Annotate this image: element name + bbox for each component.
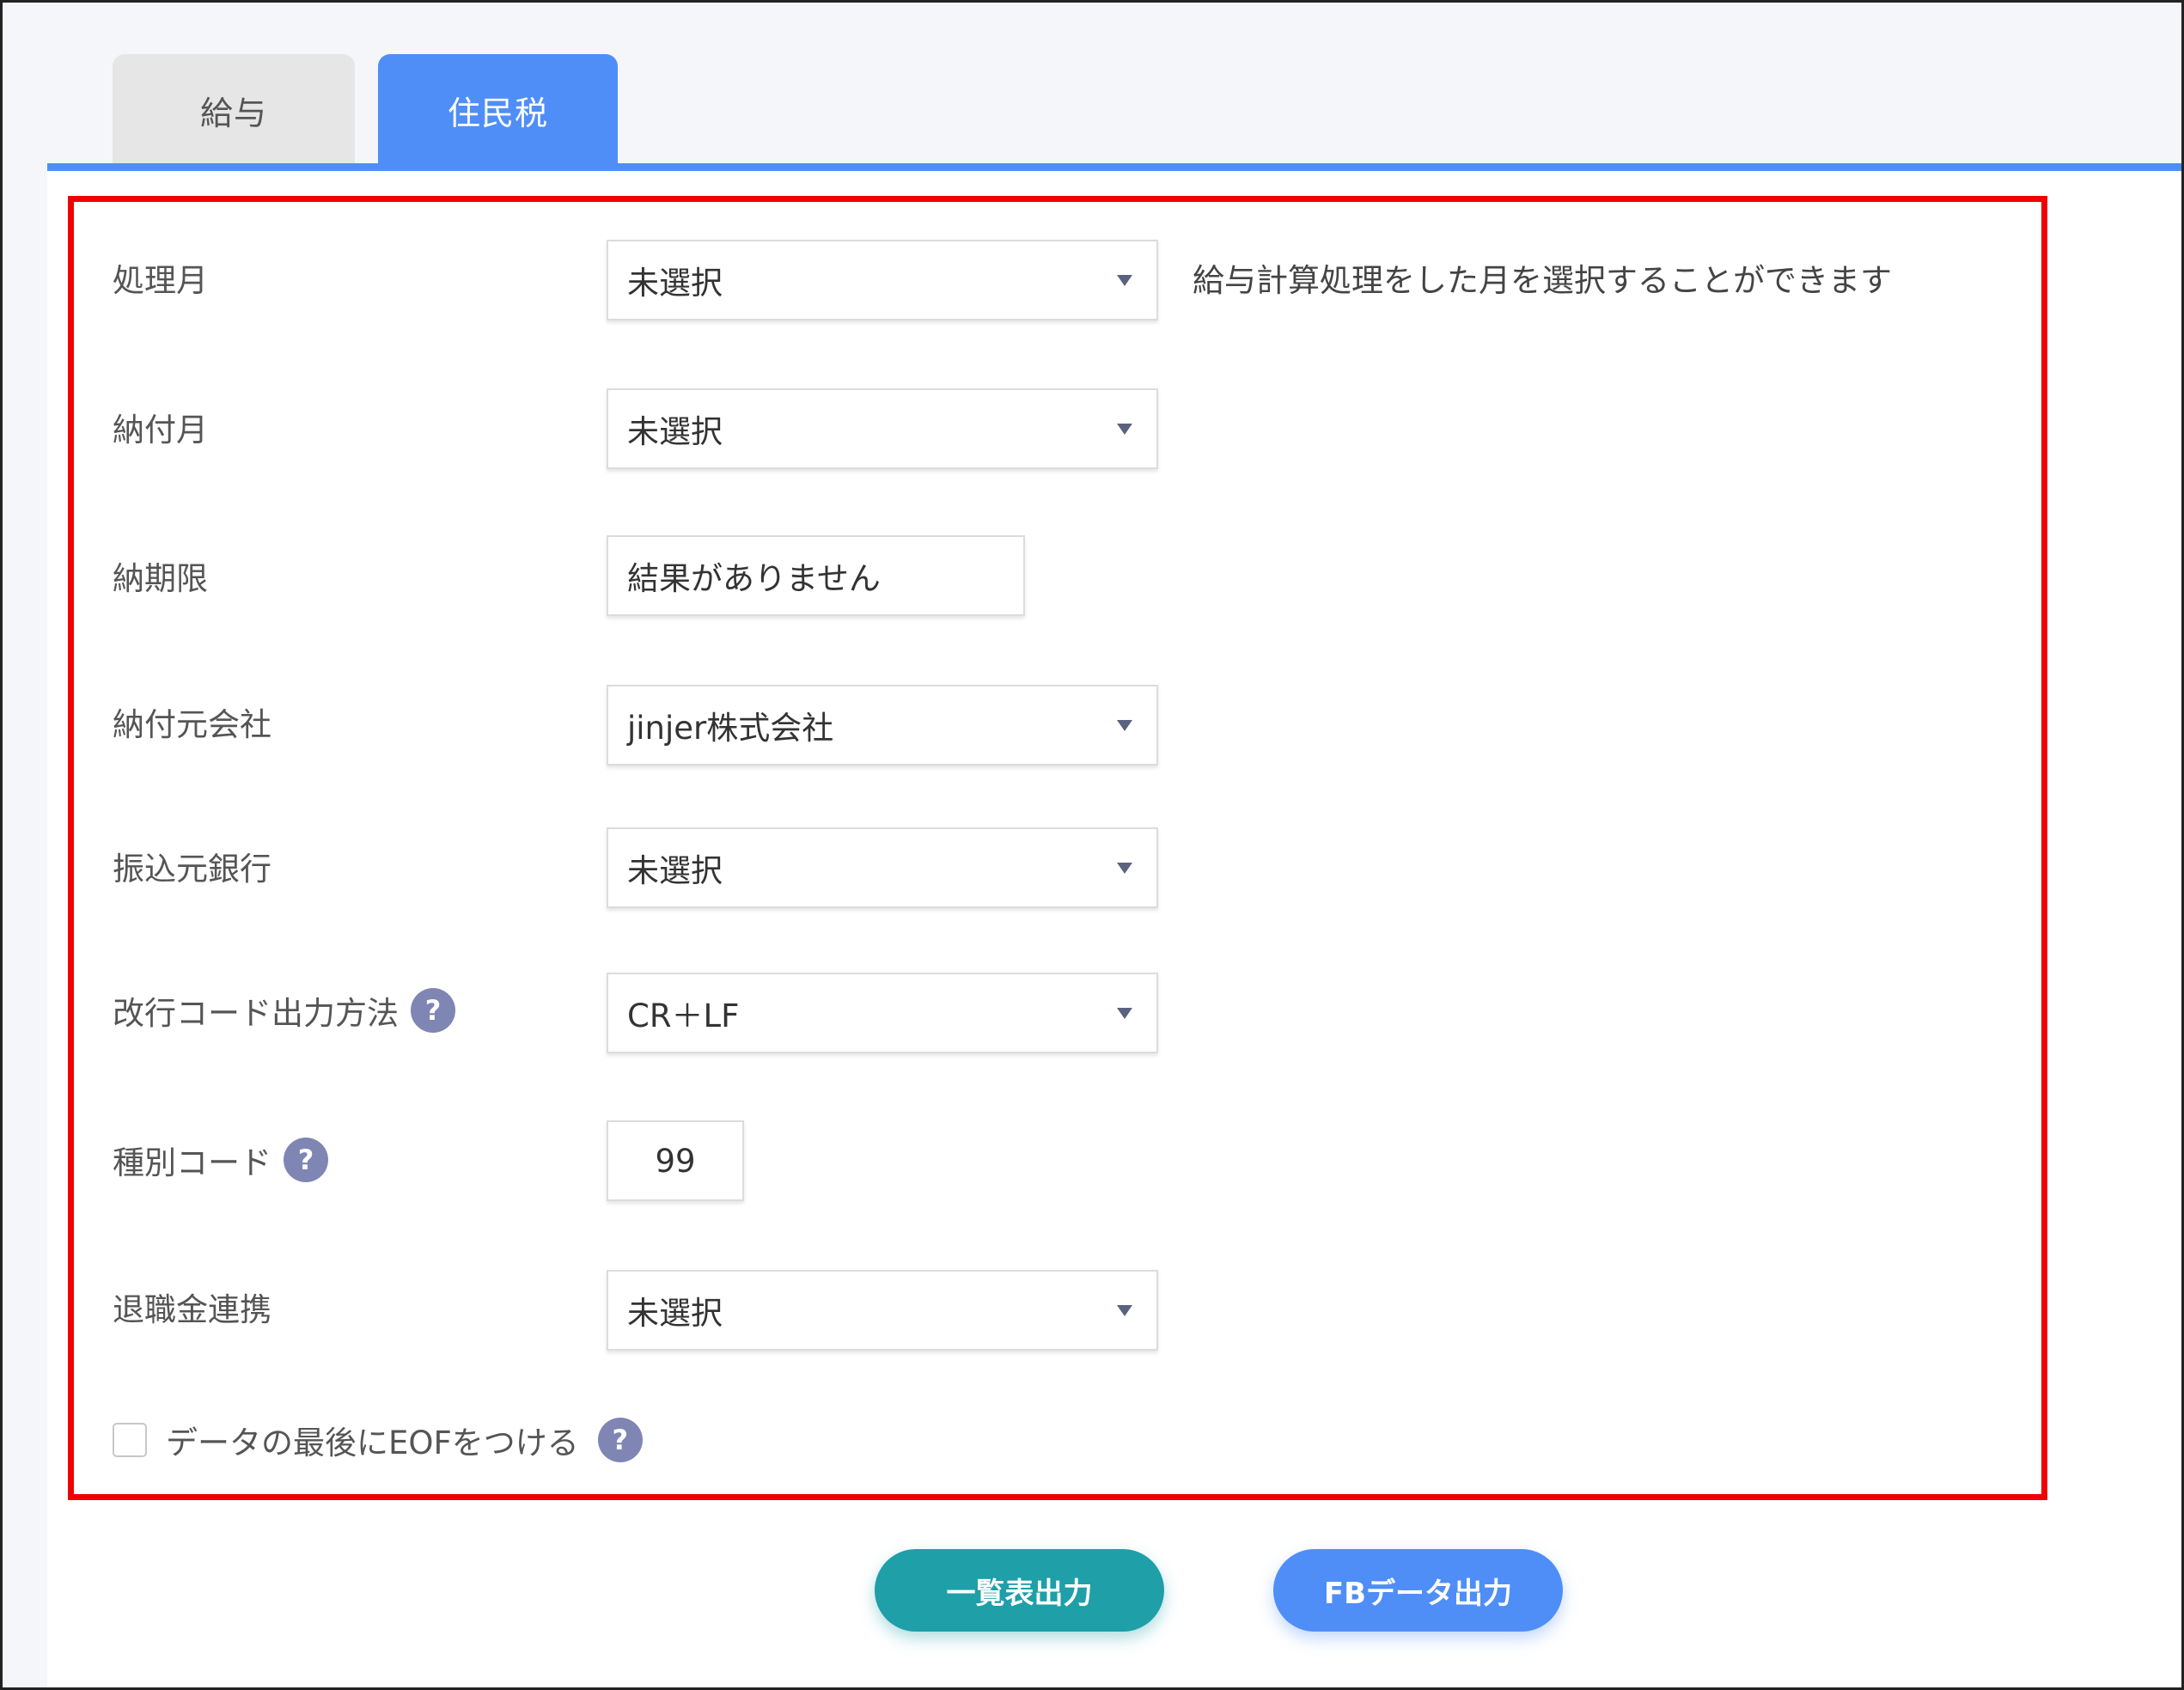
processing-month-value: 未選択	[627, 265, 723, 302]
chevron-down-icon	[1117, 1305, 1132, 1316]
tab-salary[interactable]: 給与	[113, 54, 355, 166]
retirement-link-select[interactable]: 未選択	[607, 1270, 1158, 1351]
help-icon[interactable]: ?	[597, 1418, 643, 1462]
processing-month-select[interactable]: 未選択	[607, 240, 1158, 320]
chevron-down-icon	[1117, 720, 1132, 731]
help-icon[interactable]: ?	[411, 988, 455, 1033]
payment-deadline-field[interactable]: 結果がありません	[607, 535, 1025, 616]
payer-company-select[interactable]: jinjer株式会社	[607, 685, 1158, 766]
source-bank-value: 未選択	[627, 852, 723, 889]
source-bank-label-text: 振込元銀行	[113, 851, 271, 888]
newline-code-label-text: 改行コード出力方法	[113, 995, 399, 1032]
type-code-value: 99	[655, 1142, 696, 1180]
payer-company-label: 納付元会社	[113, 696, 271, 747]
payer-company-label-text: 納付元会社	[113, 706, 271, 743]
chevron-down-icon	[1117, 1008, 1132, 1019]
retirement-link-label: 退職金連携	[113, 1281, 271, 1333]
payment-month-label-text: 納付月	[113, 412, 208, 448]
retirement-link-value: 未選択	[627, 1295, 723, 1332]
type-code-label: 種別コード ?	[113, 1134, 328, 1186]
chevron-down-icon	[1117, 275, 1132, 286]
eof-option: データの最後にEOFをつける ?	[113, 1414, 643, 1466]
payment-deadline-label: 納期限	[113, 550, 208, 601]
retirement-link-label-text: 退職金連携	[113, 1291, 271, 1328]
payment-deadline-value: 結果がありません	[627, 560, 881, 597]
source-bank-label: 振込元銀行	[113, 840, 271, 892]
payment-month-label: 納付月	[113, 401, 208, 453]
payment-month-select[interactable]: 未選択	[607, 388, 1158, 469]
type-code-field[interactable]: 99	[607, 1120, 744, 1201]
list-output-button[interactable]: 一覧表出力	[875, 1549, 1164, 1632]
newline-code-label: 改行コード出力方法 ?	[113, 985, 455, 1036]
payment-month-value: 未選択	[627, 413, 723, 450]
tab-resident-tax[interactable]: 住民税	[378, 54, 618, 166]
processing-month-hint: 給与計算処理をした月を選択することができます	[1193, 262, 1892, 299]
source-bank-select[interactable]: 未選択	[607, 827, 1158, 908]
chevron-down-icon	[1117, 424, 1132, 435]
fb-data-output-button[interactable]: FBデータ出力	[1273, 1549, 1563, 1632]
help-icon[interactable]: ?	[284, 1138, 328, 1182]
processing-month-label: 処理月	[113, 252, 208, 303]
processing-month-label-text: 処理月	[113, 262, 208, 299]
newline-code-select[interactable]: CR＋LF	[607, 973, 1158, 1053]
eof-checkbox[interactable]	[113, 1423, 147, 1457]
eof-checkbox-label[interactable]: データの最後にEOFをつける	[166, 1417, 579, 1463]
type-code-label-text: 種別コード	[113, 1144, 271, 1181]
payer-company-value: jinjer株式会社	[627, 710, 834, 747]
newline-code-value: CR＋LF	[627, 998, 740, 1034]
payment-deadline-label-text: 納期限	[113, 560, 208, 597]
tab-underline	[47, 163, 2181, 171]
chevron-down-icon	[1117, 863, 1132, 874]
